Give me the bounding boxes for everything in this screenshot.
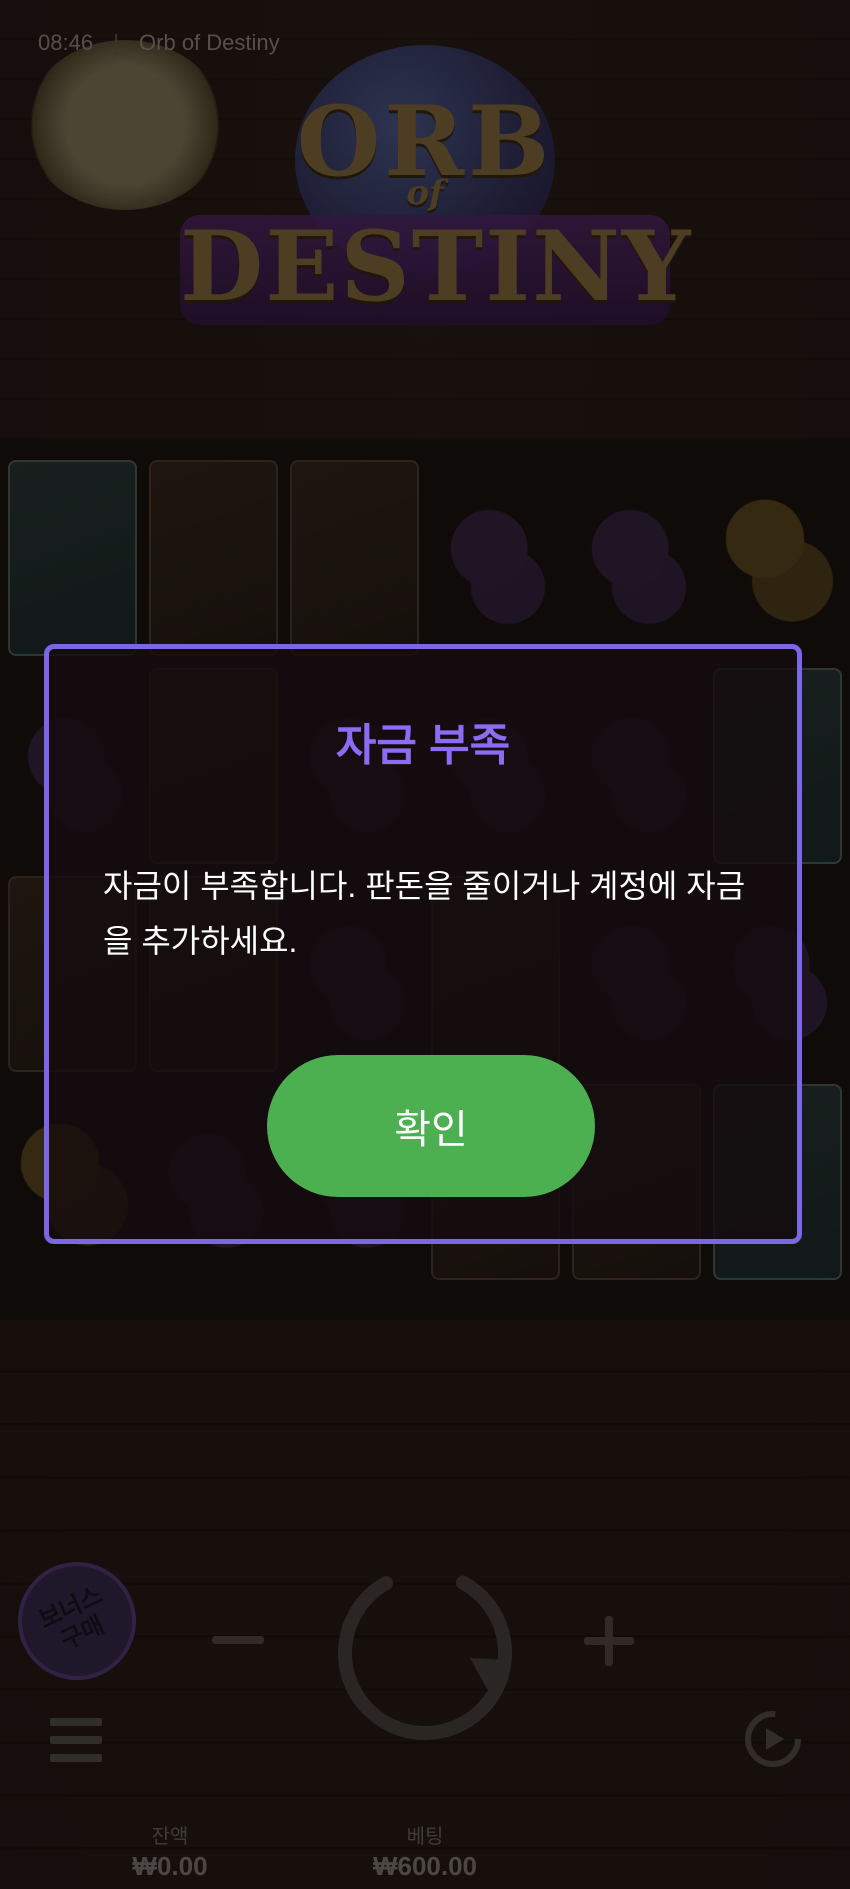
dialog-title: 자금 부족 — [335, 721, 511, 770]
insufficient-funds-dialog: 자금 부족 자금이 부족합니다. 판돈을 줄이거나 계정에 자금을 추가하세요.… — [44, 644, 802, 1244]
confirm-button[interactable]: 확인 — [267, 1055, 595, 1197]
dialog-message: 자금이 부족합니다. 판돈을 줄이거나 계정에 자금을 추가하세요. — [103, 868, 746, 959]
